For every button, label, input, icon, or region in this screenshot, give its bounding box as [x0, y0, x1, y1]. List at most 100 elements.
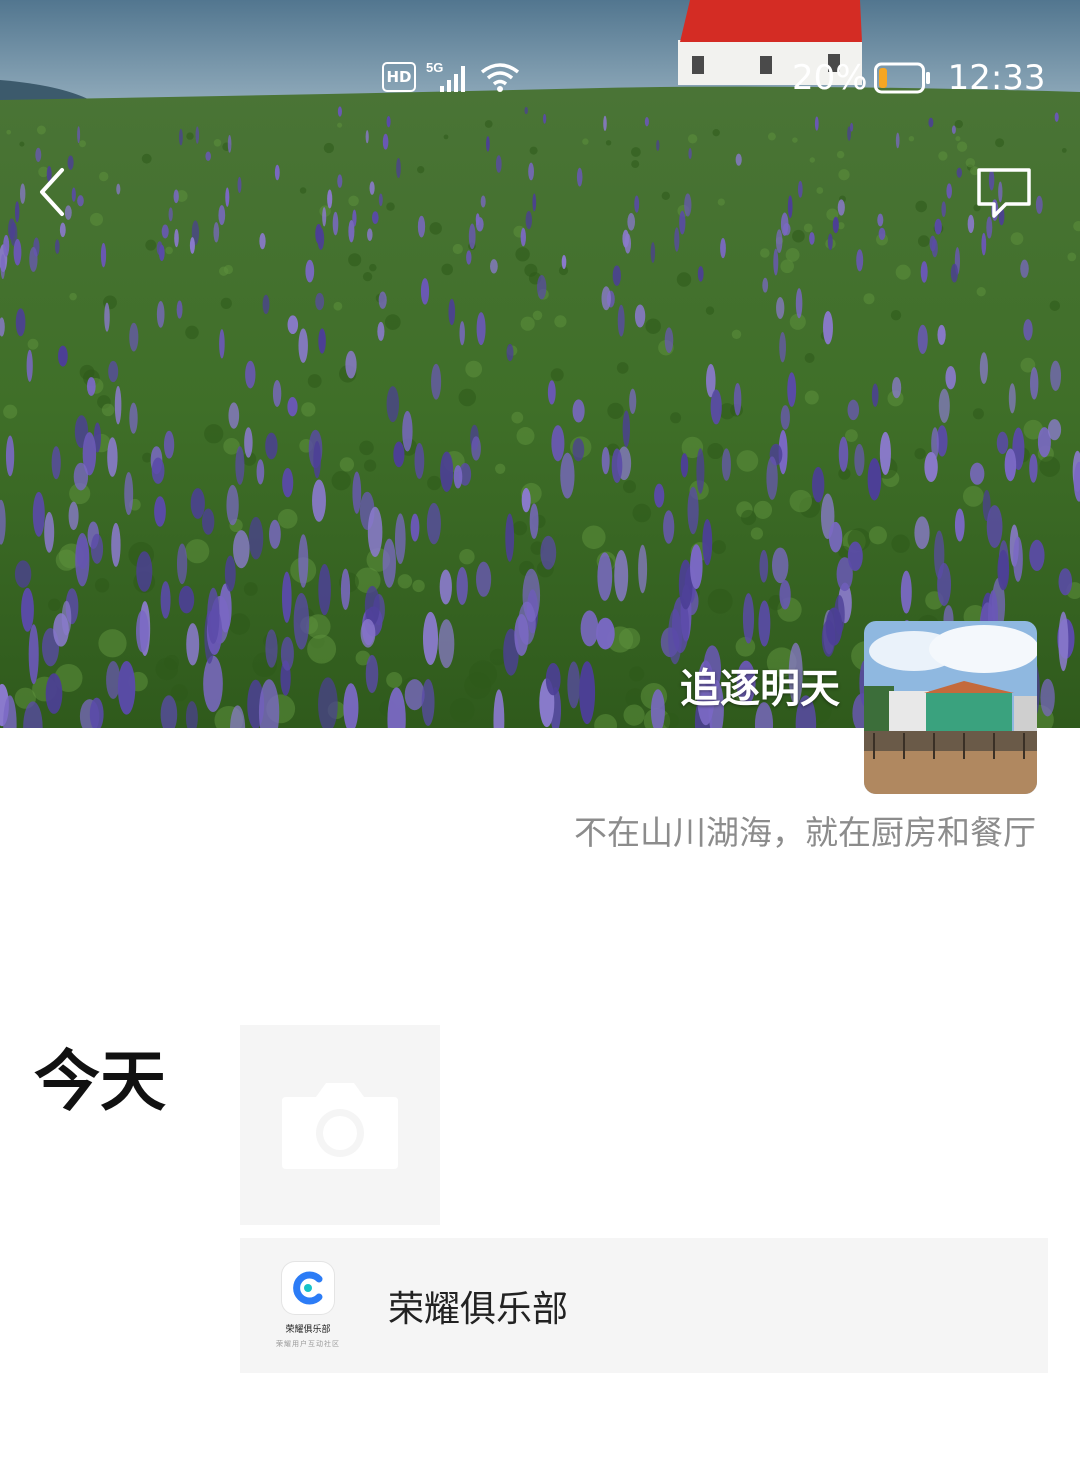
- lupine-flower: [528, 162, 535, 181]
- lupine-flower: [937, 562, 952, 607]
- leaf-cluster: [1049, 300, 1061, 311]
- lupine-flower: [687, 486, 699, 535]
- post-camera-button[interactable]: [240, 1025, 440, 1225]
- lupine-flower: [29, 246, 38, 272]
- leaf-cluster: [386, 671, 403, 689]
- leaf-cluster: [554, 315, 567, 328]
- lupine-flower: [776, 297, 785, 319]
- message-button[interactable]: [974, 166, 1034, 220]
- lupine-flower: [410, 513, 420, 542]
- leaf-cluster: [863, 293, 875, 305]
- lupine-flower: [371, 211, 379, 224]
- lupine-flower: [742, 593, 755, 644]
- lupine-flower: [601, 286, 611, 311]
- lupine-flower: [1029, 539, 1045, 572]
- lupine-flower: [486, 136, 490, 152]
- lupine-flower: [656, 139, 660, 151]
- lupine-flower: [1054, 112, 1059, 122]
- lupine-flower: [950, 263, 959, 283]
- lupine-flower: [86, 377, 96, 396]
- lupine-flower: [348, 220, 355, 243]
- leaf-cluster: [299, 187, 307, 194]
- honor-club-logo-glyph: [293, 1271, 323, 1305]
- lupine-flower: [202, 508, 215, 535]
- lupine-flower: [572, 399, 585, 423]
- leaf-cluster: [27, 338, 39, 350]
- leaf-cluster: [741, 509, 757, 526]
- lupine-flower: [475, 213, 480, 226]
- lupine-flower: [735, 153, 742, 166]
- leaf-cluster: [532, 310, 543, 321]
- lupine-flower: [680, 453, 689, 478]
- lupine-flower: [151, 457, 165, 484]
- lupine-flower: [614, 550, 629, 602]
- leaf-cluster: [917, 235, 930, 247]
- lupine-flower: [580, 610, 599, 647]
- lupine-flower: [797, 180, 803, 198]
- lupine-flower: [1023, 319, 1033, 341]
- leaf-cluster: [804, 390, 819, 405]
- camera-icon: [282, 1083, 398, 1169]
- leaf-cluster: [412, 579, 425, 593]
- lupine-flower: [365, 130, 369, 144]
- shared-link-card[interactable]: 荣耀俱乐部 荣耀用户互动社区 荣耀俱乐部: [240, 1238, 1048, 1373]
- lupine-flower: [720, 237, 726, 259]
- leaf-cluster: [605, 140, 612, 146]
- leaf-cluster: [220, 297, 232, 310]
- leaf-cluster: [938, 151, 948, 161]
- lupine-flower: [579, 661, 596, 725]
- leaf-cluster: [838, 169, 850, 181]
- back-button[interactable]: [34, 166, 74, 218]
- lupine-flower: [312, 479, 326, 522]
- lupine-flower: [650, 242, 656, 263]
- lupine-flower: [684, 193, 692, 217]
- leaf-cluster: [185, 539, 210, 564]
- leaf-cluster: [792, 137, 798, 143]
- lupine-flower: [176, 543, 188, 585]
- leaf-cluster: [908, 135, 915, 142]
- leaf-cluster: [661, 191, 670, 200]
- lupine-flower: [265, 629, 278, 668]
- lupine-flower: [77, 126, 81, 144]
- avatar[interactable]: [864, 621, 1037, 794]
- lupine-flower: [634, 195, 640, 213]
- lupine-flower: [14, 201, 20, 223]
- leaf-cluster: [914, 448, 926, 460]
- lupine-flower: [576, 167, 583, 187]
- leaf-cluster: [707, 442, 724, 460]
- lupine-flower: [394, 513, 406, 564]
- lupine-flower: [90, 533, 104, 564]
- lupine-flower: [259, 233, 266, 250]
- lupine-flower: [352, 471, 362, 514]
- lupine-flower: [21, 587, 34, 632]
- lupine-flower: [75, 532, 90, 587]
- lupine-flower: [900, 570, 912, 614]
- leaf-cluster: [618, 627, 641, 650]
- lupine-flower: [174, 228, 179, 248]
- leaf-cluster: [520, 316, 535, 331]
- lupine-flower: [378, 291, 387, 309]
- leaf-cluster: [141, 153, 152, 164]
- leaf-cluster: [1039, 456, 1061, 477]
- lupine-flower: [77, 195, 84, 207]
- leaf-cluster: [780, 259, 794, 274]
- lupine-flower: [547, 380, 556, 405]
- lupine-flower: [529, 503, 539, 540]
- lupine-flower: [235, 446, 245, 485]
- lupine-flower: [136, 610, 149, 653]
- leaf-cluster: [48, 598, 61, 612]
- leaf-cluster: [337, 122, 343, 128]
- leaf-cluster: [417, 166, 425, 174]
- cover-photo[interactable]: [0, 0, 1080, 728]
- lupine-flower: [54, 239, 60, 254]
- lupine-flower: [378, 193, 383, 207]
- lupine-flower: [116, 183, 121, 195]
- leaf-cluster: [511, 411, 524, 424]
- lupine-flower: [832, 216, 839, 234]
- status-bar-left: HD 5G: [382, 60, 520, 94]
- app-thumb-name: 荣耀俱乐部: [285, 1325, 331, 1335]
- lupine-flower: [369, 181, 375, 195]
- lupine-flower: [13, 238, 22, 266]
- profile-name[interactable]: 追逐明天: [680, 656, 840, 714]
- lupine-flower: [1058, 611, 1069, 672]
